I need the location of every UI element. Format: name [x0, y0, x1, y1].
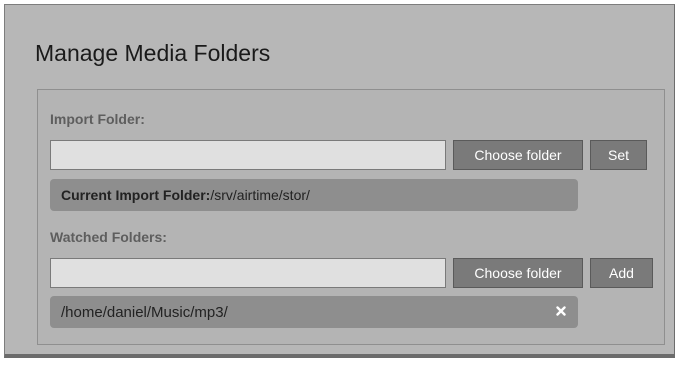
import-folder-label: Import Folder: — [50, 111, 145, 127]
watched-folder-path: /home/daniel/Music/mp3/ — [61, 303, 228, 321]
current-import-folder: Current Import Folder:/srv/airtime/stor/ — [50, 179, 578, 211]
dialog-title: Manage Media Folders — [35, 40, 271, 66]
import-set-button[interactable]: Set — [590, 140, 647, 170]
import-choose-folder-button[interactable]: Choose folder — [453, 140, 583, 170]
watched-add-button[interactable]: Add — [590, 258, 653, 288]
watched-choose-folder-button[interactable]: Choose folder — [453, 258, 583, 288]
import-folder-input[interactable] — [50, 140, 446, 170]
current-import-folder-label: Current Import Folder: — [61, 187, 211, 203]
folders-fieldset: Import Folder: Choose folder Set Current… — [37, 89, 665, 345]
watched-folder-input[interactable] — [50, 258, 446, 288]
manage-media-folders-dialog: Manage Media Folders Import Folder: Choo… — [4, 4, 675, 358]
watched-folders-label: Watched Folders: — [50, 229, 167, 245]
current-import-folder-path: /srv/airtime/stor/ — [210, 187, 310, 203]
watched-folder-item: /home/daniel/Music/mp3/ — [50, 296, 578, 328]
close-icon[interactable] — [556, 306, 566, 316]
